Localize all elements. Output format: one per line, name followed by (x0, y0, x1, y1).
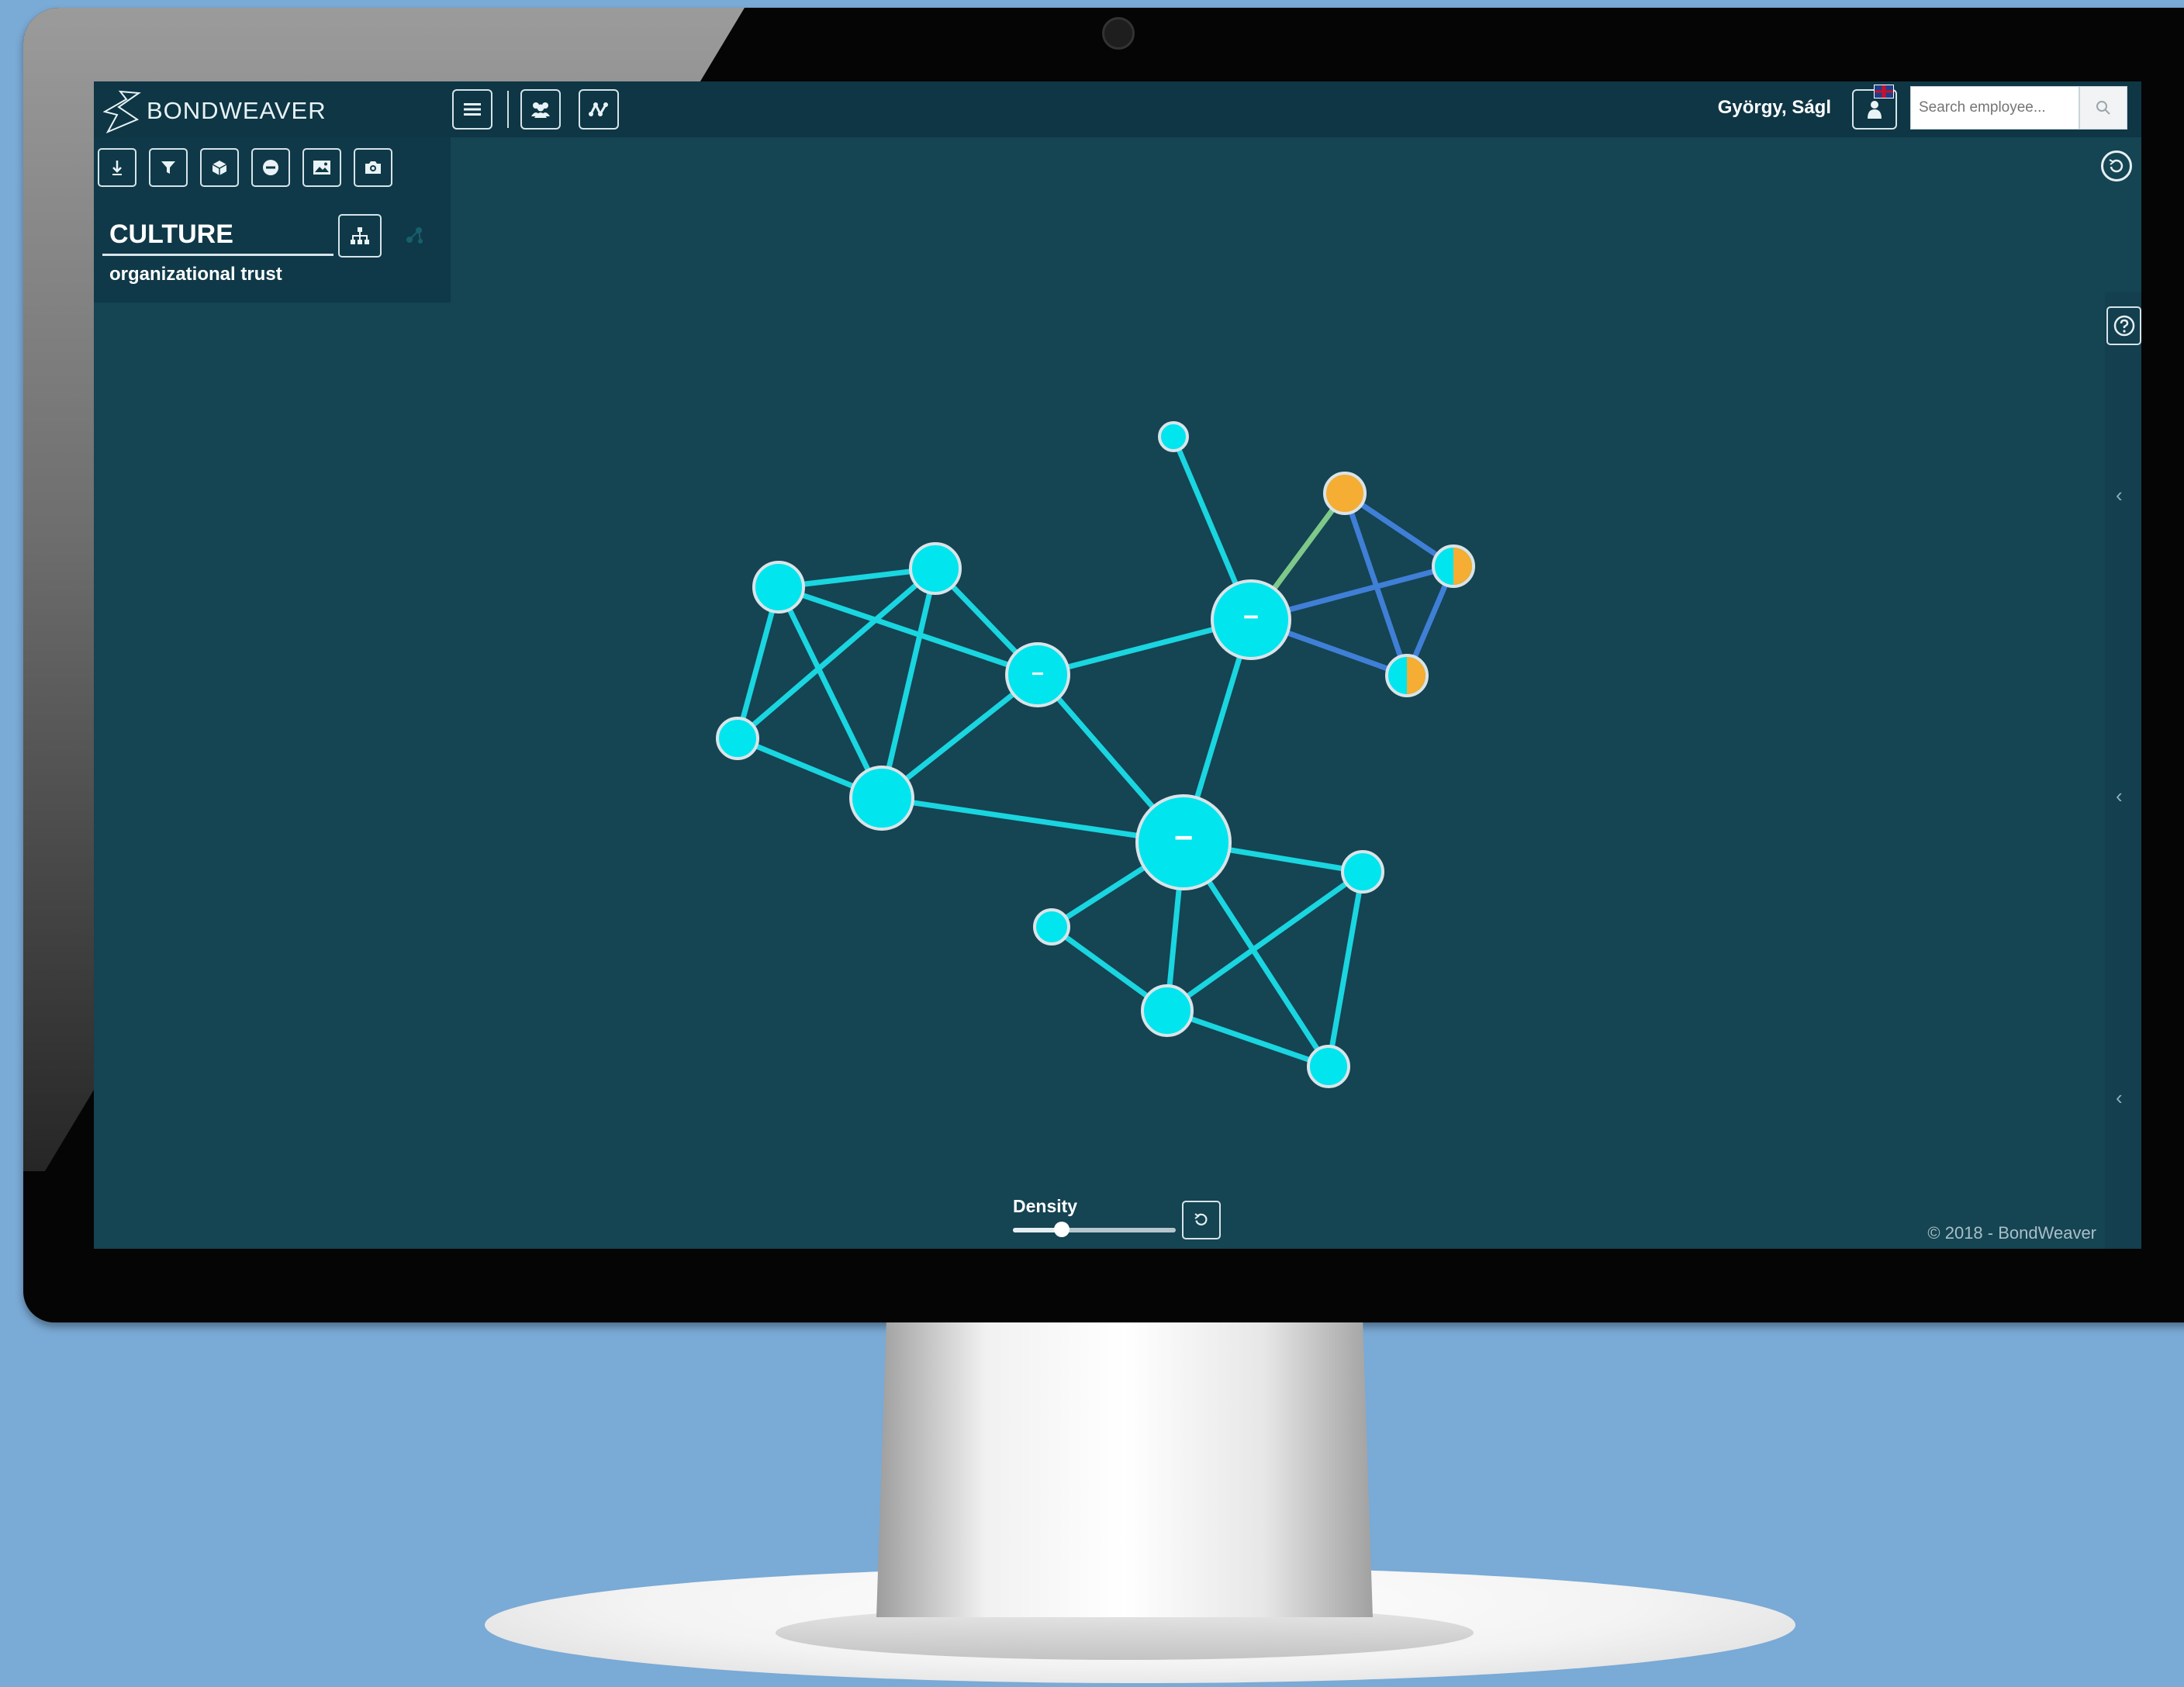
reset-icon (1194, 1213, 1208, 1225)
graph-node-label: − (1243, 602, 1259, 632)
graph-node[interactable] (1323, 472, 1367, 515)
graph-node[interactable] (1158, 421, 1189, 452)
density-label: Density (1013, 1196, 1078, 1216)
graph-node[interactable] (752, 561, 805, 614)
density-reset-button[interactable] (1182, 1201, 1221, 1239)
graph-node[interactable] (1033, 908, 1070, 945)
graph-node[interactable]: − (1005, 642, 1070, 707)
graph-edge (1164, 869, 1366, 1014)
graph-node[interactable]: − (1135, 794, 1232, 890)
graph-node[interactable] (1307, 1045, 1350, 1088)
graph-node[interactable]: − (1211, 579, 1291, 660)
density-slider-thumb[interactable] (1054, 1222, 1070, 1237)
graph-node[interactable] (1341, 850, 1384, 894)
graph-node[interactable] (716, 717, 759, 760)
app-screen: BONDWEAVER György, Ságl Search employee.… (94, 81, 2141, 1249)
webcam (1102, 17, 1135, 50)
graph-node[interactable] (1432, 544, 1475, 588)
network-graph[interactable]: − − − (94, 81, 2141, 1249)
copyright-text: © 2018 - BondWeaver (1927, 1223, 2096, 1243)
graph-node[interactable] (1141, 984, 1194, 1037)
graph-node-label: − (1032, 662, 1044, 686)
graph-node[interactable] (849, 766, 914, 831)
graph-node[interactable] (909, 542, 962, 595)
graph-node-label: − (1174, 819, 1194, 856)
graph-edge (1325, 869, 1366, 1070)
graph-edge (1342, 490, 1410, 679)
graph-node[interactable] (1385, 654, 1429, 697)
monitor-stand-neck (876, 1322, 1373, 1617)
